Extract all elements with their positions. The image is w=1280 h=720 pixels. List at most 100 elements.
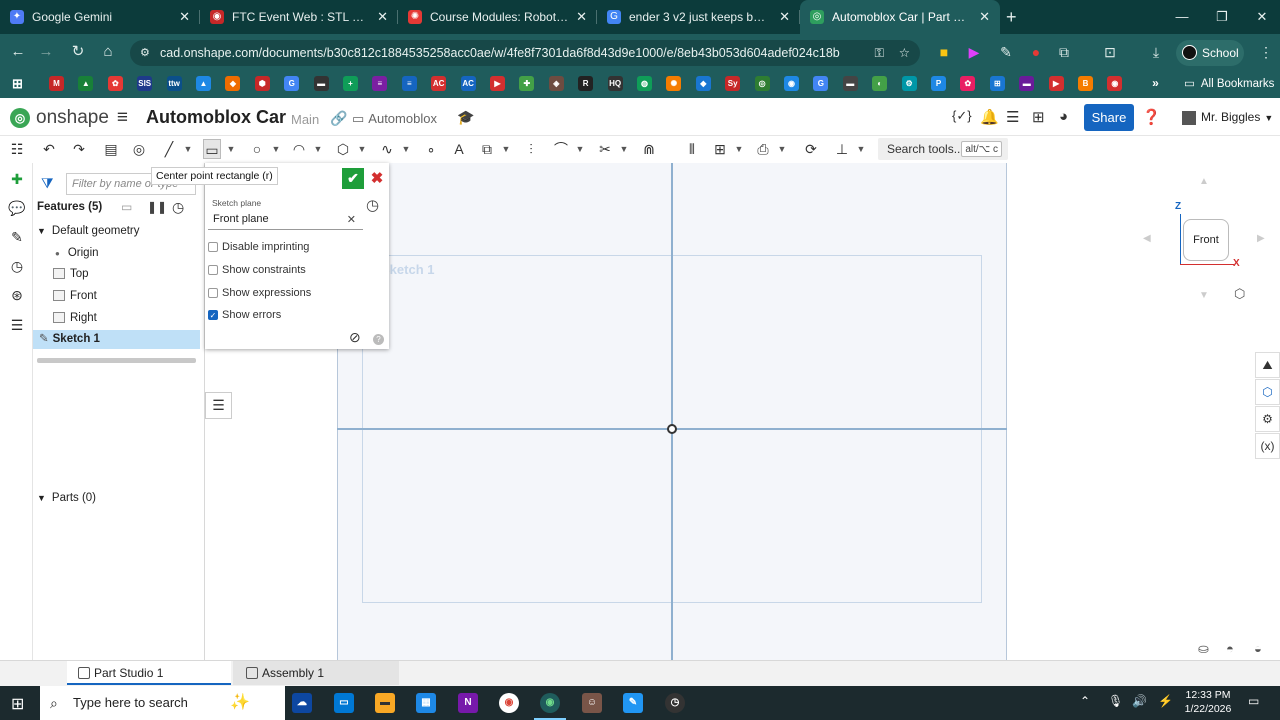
- dimension-icon[interactable]: ⊥: [833, 139, 851, 159]
- link-icon[interactable]: 🔗: [330, 110, 347, 127]
- notifications-bell-icon[interactable]: 🔔: [980, 108, 999, 126]
- reload-icon[interactable]: ↻: [64, 34, 92, 70]
- clear-plane-icon[interactable]: ✕: [347, 213, 356, 226]
- bookmark-icon[interactable]: ✚: [519, 76, 535, 91]
- bookmark-icon[interactable]: ▶: [490, 76, 505, 91]
- taskbar-explorer-icon[interactable]: ▭: [334, 693, 354, 713]
- help-question-icon[interactable]: ?: [373, 334, 384, 345]
- microphone-icon[interactable]: 🎙: [1108, 694, 1123, 708]
- all-bookmarks[interactable]: ▭ All Bookmarks: [1184, 70, 1274, 98]
- midline-icon[interactable]: ⫶: [522, 139, 540, 159]
- search-tools-input[interactable]: Search tools... alt/⌥ c: [878, 138, 1008, 160]
- new-tab-icon[interactable]: +: [1006, 0, 1017, 34]
- tab-close-icon[interactable]: ✕: [979, 9, 990, 25]
- bookmark-icon[interactable]: ⚙: [901, 76, 917, 91]
- bookmark-icon[interactable]: ◍: [637, 76, 652, 91]
- back-icon[interactable]: ←: [4, 34, 32, 70]
- extension-keep-icon[interactable]: ■: [932, 40, 956, 64]
- bookmark-star-icon[interactable]: ☆: [899, 40, 910, 66]
- option-show-errors[interactable]: ✓ Show errors: [208, 307, 281, 323]
- browser-tab[interactable]: ◉ FTC Event Web : STL North Lea ✕: [200, 0, 398, 34]
- tab-close-icon[interactable]: ✕: [377, 9, 388, 25]
- feature-sketch-1[interactable]: ✎ Sketch 1: [33, 330, 200, 349]
- tab-assembly-1[interactable]: Assembly 1: [244, 661, 324, 685]
- cancel-x-icon[interactable]: ✖: [368, 168, 386, 189]
- view-cube-left-arrow[interactable]: ◀: [1143, 233, 1151, 244]
- release-list-icon[interactable]: ☰: [1006, 108, 1019, 126]
- tab-search-icon[interactable]: ⊡: [1098, 40, 1122, 64]
- feature-top[interactable]: Top: [33, 264, 200, 284]
- feature-origin[interactable]: ● Origin: [33, 243, 200, 263]
- trim-icon[interactable]: ✂: [596, 139, 614, 159]
- undo-icon[interactable]: ↶: [40, 139, 58, 159]
- appearance-panel-icon[interactable]: ⛰: [1255, 352, 1280, 378]
- history-icon[interactable]: ◷: [8, 257, 26, 275]
- import-icon[interactable]: ⎙: [754, 139, 772, 159]
- measure-icon[interactable]: ⊛: [8, 286, 26, 304]
- forward-icon[interactable]: →: [32, 34, 60, 70]
- bookmark-icon[interactable]: ▬: [842, 76, 858, 91]
- bookmark-icon[interactable]: AC: [460, 76, 476, 91]
- bookmark-icon[interactable]: ▬: [313, 76, 329, 91]
- bookmark-icon[interactable]: ✿: [960, 76, 976, 91]
- sketch-settings-icon[interactable]: ⊘: [349, 329, 361, 346]
- taskbar-clock-app-icon[interactable]: ◷: [665, 693, 685, 713]
- browser-tab[interactable]: Gender 3 v2 just keeps beeping ✕: [597, 0, 800, 34]
- bookmark-icon[interactable]: ≡: [372, 76, 388, 91]
- learning-center-icon[interactable]: ◕: [1059, 108, 1068, 125]
- bookmark-icon[interactable]: ◐: [872, 76, 888, 91]
- view-cube-menu-icon[interactable]: ⬡: [1234, 286, 1245, 302]
- bookmark-icon[interactable]: HQ: [607, 76, 623, 91]
- fillet-icon[interactable]: ⌒: [552, 139, 570, 159]
- browser-menu-icon[interactable]: ⋮: [1254, 40, 1278, 64]
- bookmark-icon[interactable]: ✿: [107, 76, 123, 91]
- url-bar[interactable]: ⚙ cad.onshape.com/documents/b30c812c1884…: [130, 40, 920, 66]
- chevron-down-icon[interactable]: ▼: [775, 139, 789, 159]
- bookmark-icon[interactable]: G: [284, 76, 300, 91]
- taskbar-weather-icon[interactable]: ☁: [292, 693, 312, 713]
- home-icon[interactable]: ⌂: [94, 34, 122, 70]
- bookmark-icon[interactable]: M: [49, 76, 64, 91]
- checkbox[interactable]: [208, 265, 218, 275]
- bookmarks-overflow-icon[interactable]: »: [1148, 76, 1163, 91]
- chevron-down-icon[interactable]: ▼: [399, 139, 413, 159]
- feature-list-icon[interactable]: ☷: [8, 140, 26, 158]
- chevron-down-icon[interactable]: ▼: [732, 139, 746, 159]
- apps-grid-icon[interactable]: ⊞: [10, 76, 25, 91]
- tab-part-studio-1[interactable]: Part Studio 1: [76, 661, 163, 685]
- sketch-plane-field[interactable]: Sketch plane Front plane ✕: [208, 196, 363, 230]
- network-icon[interactable]: ⚡: [1158, 694, 1173, 708]
- sketch-list-icon[interactable]: ☰: [205, 392, 232, 419]
- password-key-icon[interactable]: ⚿: [874, 40, 884, 66]
- notifications-icon[interactable]: ▭: [1248, 694, 1259, 708]
- bookmark-icon[interactable]: ⊞: [989, 76, 1005, 91]
- share-button[interactable]: Share: [1084, 104, 1134, 131]
- bookmark-icon[interactable]: ▲: [78, 76, 94, 91]
- default-geometry-group[interactable]: ▼ Default geometry: [33, 221, 200, 241]
- view-cube-down-arrow[interactable]: ▼: [1199, 290, 1209, 301]
- bookmark-icon[interactable]: +: [343, 76, 358, 91]
- minimize-icon[interactable]: —: [1162, 0, 1202, 34]
- extension-pen-icon[interactable]: ✎: [994, 40, 1018, 64]
- taskbar-app-avatar-icon[interactable]: ☺: [582, 693, 602, 713]
- rollback-bar[interactable]: [37, 358, 196, 363]
- parts-panel-icon[interactable]: ⬡: [1255, 379, 1280, 405]
- maximize-icon[interactable]: ❐: [1202, 0, 1242, 34]
- user-menu[interactable]: Mr. Biggles ▼: [1182, 110, 1273, 125]
- windows-start-icon[interactable]: ⊞: [11, 694, 24, 714]
- chevron-down-icon[interactable]: ▼: [355, 139, 369, 159]
- extension-screencastify-icon[interactable]: ▶: [962, 40, 986, 64]
- bookmark-icon[interactable]: AC: [431, 76, 447, 91]
- branch-label[interactable]: Main: [291, 112, 319, 127]
- render-mode-icon[interactable]: ◓: [1226, 641, 1234, 656]
- checkbox[interactable]: [208, 242, 218, 252]
- browser-tab[interactable]: ◎ Automoblox Car | Part Studio 1 ✕: [800, 0, 1000, 34]
- option-show-constraints[interactable]: Show constraints: [208, 262, 306, 278]
- document-title[interactable]: Automoblox Car: [146, 107, 286, 128]
- copy-icon[interactable]: ▤: [102, 139, 120, 159]
- new-folder-icon[interactable]: ▭: [121, 200, 132, 214]
- bookmark-icon[interactable]: P: [931, 76, 946, 91]
- download-icon[interactable]: ⤓: [1144, 40, 1168, 64]
- rectangle-icon[interactable]: ▭: [203, 139, 221, 159]
- configurations-icon[interactable]: ⚙: [1255, 406, 1280, 432]
